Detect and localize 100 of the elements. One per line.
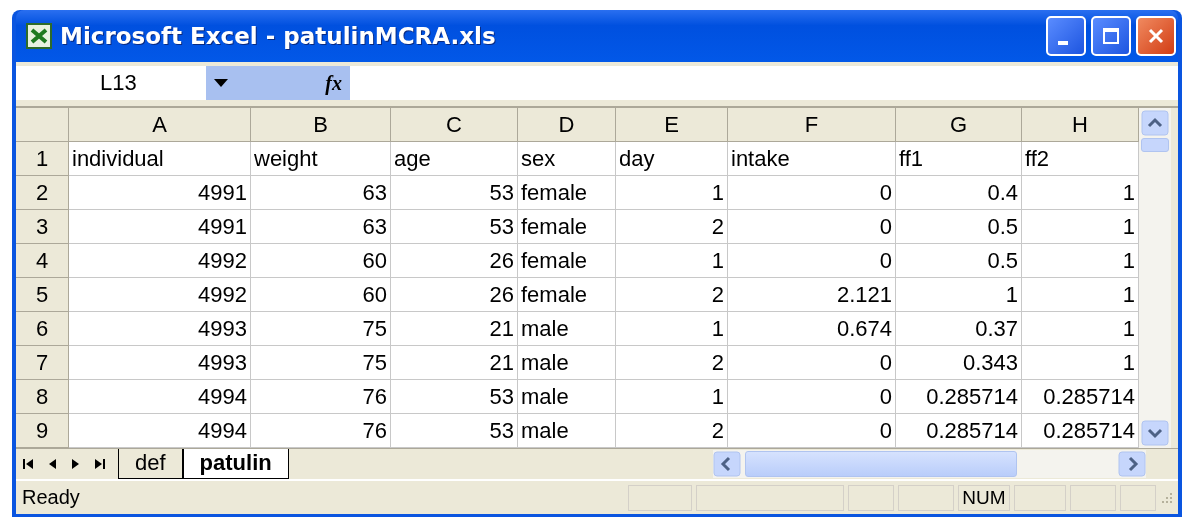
row-header[interactable]: 8 [16,380,69,414]
table-cell: 53 [391,176,518,210]
table-cell: 26 [391,244,518,278]
table-cell: 2 [616,414,728,448]
table-cell: 4991 [69,210,251,244]
table-cell: male [518,312,616,346]
row-header[interactable]: 4 [16,244,69,278]
table-cell: individual [69,142,251,176]
window-title: Microsoft Excel - patulinMCRA.xls [60,23,496,49]
table-cell: 76 [251,380,391,414]
table-cell: weight [251,142,391,176]
table-cell: 21 [391,312,518,346]
table-cell: 0.5 [896,210,1022,244]
function-button[interactable]: fx [325,71,342,95]
horizontal-scrollbar[interactable] [712,450,1146,478]
table-cell: 0.343 [896,346,1022,380]
table-cell: 0.4 [896,176,1022,210]
table-cell: female [518,210,616,244]
name-box[interactable]: L13 [16,66,206,100]
status-panel [1070,484,1116,511]
table-cell: ff1 [896,142,1022,176]
table-cell: 53 [391,380,518,414]
table-cell: 1 [896,278,1022,312]
column-header[interactable]: B [251,108,391,142]
table-cell: 1 [616,380,728,414]
table-cell: 4994 [69,380,251,414]
row-header[interactable]: 6 [16,312,69,346]
column-header[interactable]: C [391,108,518,142]
table-cell: female [518,176,616,210]
minimize-button[interactable] [1046,16,1086,56]
column-header[interactable]: E [616,108,728,142]
table-cell: sex [518,142,616,176]
scroll-thumb[interactable] [744,451,1017,477]
spreadsheet-icon [26,23,52,49]
row-header[interactable]: 3 [16,210,69,244]
row-header[interactable]: 2 [16,176,69,210]
num-lock-indicator: NUM [958,484,1010,511]
status-panel [628,484,692,511]
maximize-icon [1101,26,1121,46]
column-header[interactable]: A [69,108,251,142]
column-header[interactable]: D [518,108,616,142]
table-cell: 4993 [69,312,251,346]
row-header[interactable]: 1 [16,142,69,176]
previous-sheet-icon[interactable] [48,457,58,471]
sheet-tab[interactable]: def [118,449,183,479]
table-cell: female [518,244,616,278]
table-cell: 75 [251,346,391,380]
maximize-button[interactable] [1091,16,1131,56]
scroll-right-icon[interactable] [1118,451,1146,477]
table-cell: 75 [251,312,391,346]
table-cell: 0 [728,210,896,244]
column-header[interactable]: H [1022,108,1139,142]
close-button[interactable] [1136,16,1176,56]
table-cell: 0.285714 [896,414,1022,448]
scroll-down-icon[interactable] [1141,420,1169,446]
table-cell: 0.285714 [896,380,1022,414]
resize-grip-icon[interactable] [1160,490,1174,505]
scroll-left-icon[interactable] [712,451,741,477]
scroll-thumb[interactable] [1141,138,1169,152]
table-cell: 2 [616,278,728,312]
table-cell: day [616,142,728,176]
table-cell: 60 [251,278,391,312]
minimize-icon [1058,41,1068,45]
row-header[interactable]: 9 [16,414,69,448]
dropdown-caret-icon[interactable] [214,79,228,87]
row-header[interactable]: 5 [16,278,69,312]
status-panel [898,484,954,511]
close-icon [1146,26,1166,46]
status-panel [1120,484,1156,511]
sheet-tab[interactable]: patulin [182,449,289,479]
table-cell: 0 [728,176,896,210]
table-cell: 4993 [69,346,251,380]
next-sheet-icon[interactable] [70,457,80,471]
table-cell: 1 [616,312,728,346]
table-cell: 0 [728,380,896,414]
first-sheet-icon[interactable] [22,457,36,471]
table-cell: 53 [391,210,518,244]
table-cell: female [518,278,616,312]
table-cell: 76 [251,414,391,448]
row-header[interactable]: 7 [16,346,69,380]
vertical-scrollbar[interactable] [1139,108,1171,448]
table-cell: 0.37 [896,312,1022,346]
table-cell: 53 [391,414,518,448]
table-cell: 0 [728,414,896,448]
table-cell: 0.5 [896,244,1022,278]
table-cell: 1 [616,176,728,210]
table-cell: 2 [616,346,728,380]
scroll-up-icon[interactable] [1141,110,1169,136]
table-cell: male [518,380,616,414]
table-cell: 0.674 [728,312,896,346]
table-cell: intake [728,142,896,176]
last-sheet-icon[interactable] [92,457,106,471]
table-cell: male [518,414,616,448]
table-cell: 0 [728,346,896,380]
column-header[interactable]: G [896,108,1022,142]
table-cell: 4992 [69,278,251,312]
table-cell: 26 [391,278,518,312]
table-cell: 63 [251,210,391,244]
status-panel [1014,484,1066,511]
column-header[interactable]: F [728,108,896,142]
